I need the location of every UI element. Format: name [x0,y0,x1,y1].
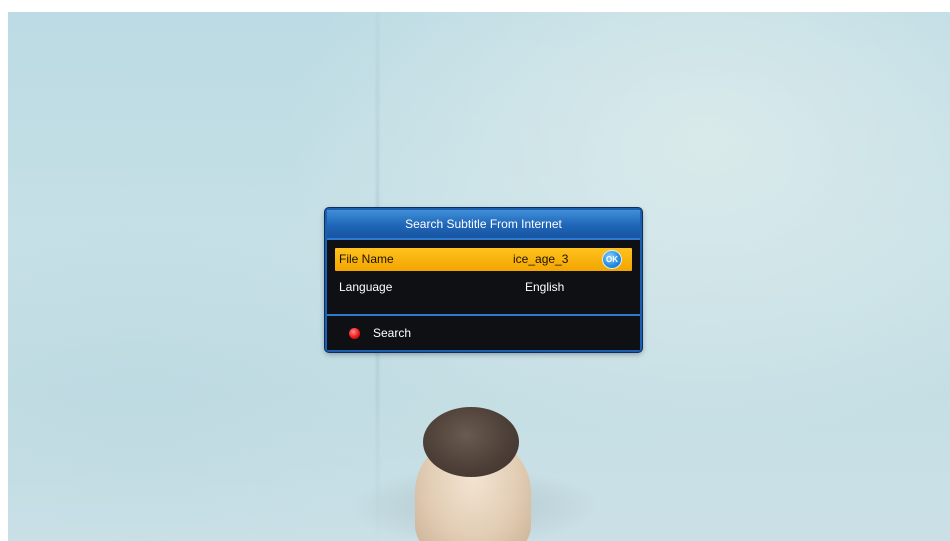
file-name-value: ice_age_3 [513,252,569,266]
character-head-top [423,407,519,477]
dialog-body: File Name ice_age_3 OK Language English [327,240,640,316]
dialog-footer: Search [327,316,640,350]
file-name-label: File Name [339,252,394,266]
search-subtitle-dialog: Search Subtitle From Internet File Name … [325,208,642,352]
language-label: Language [339,280,393,294]
dialog-title: Search Subtitle From Internet [327,210,640,240]
character-head [349,407,599,541]
language-row[interactable]: Language English [335,276,632,299]
language-value: English [525,280,565,294]
ok-button-icon[interactable]: OK [602,250,622,269]
file-name-row[interactable]: File Name ice_age_3 OK [335,248,632,271]
search-label: Search [373,326,412,340]
red-key-icon [349,328,360,339]
